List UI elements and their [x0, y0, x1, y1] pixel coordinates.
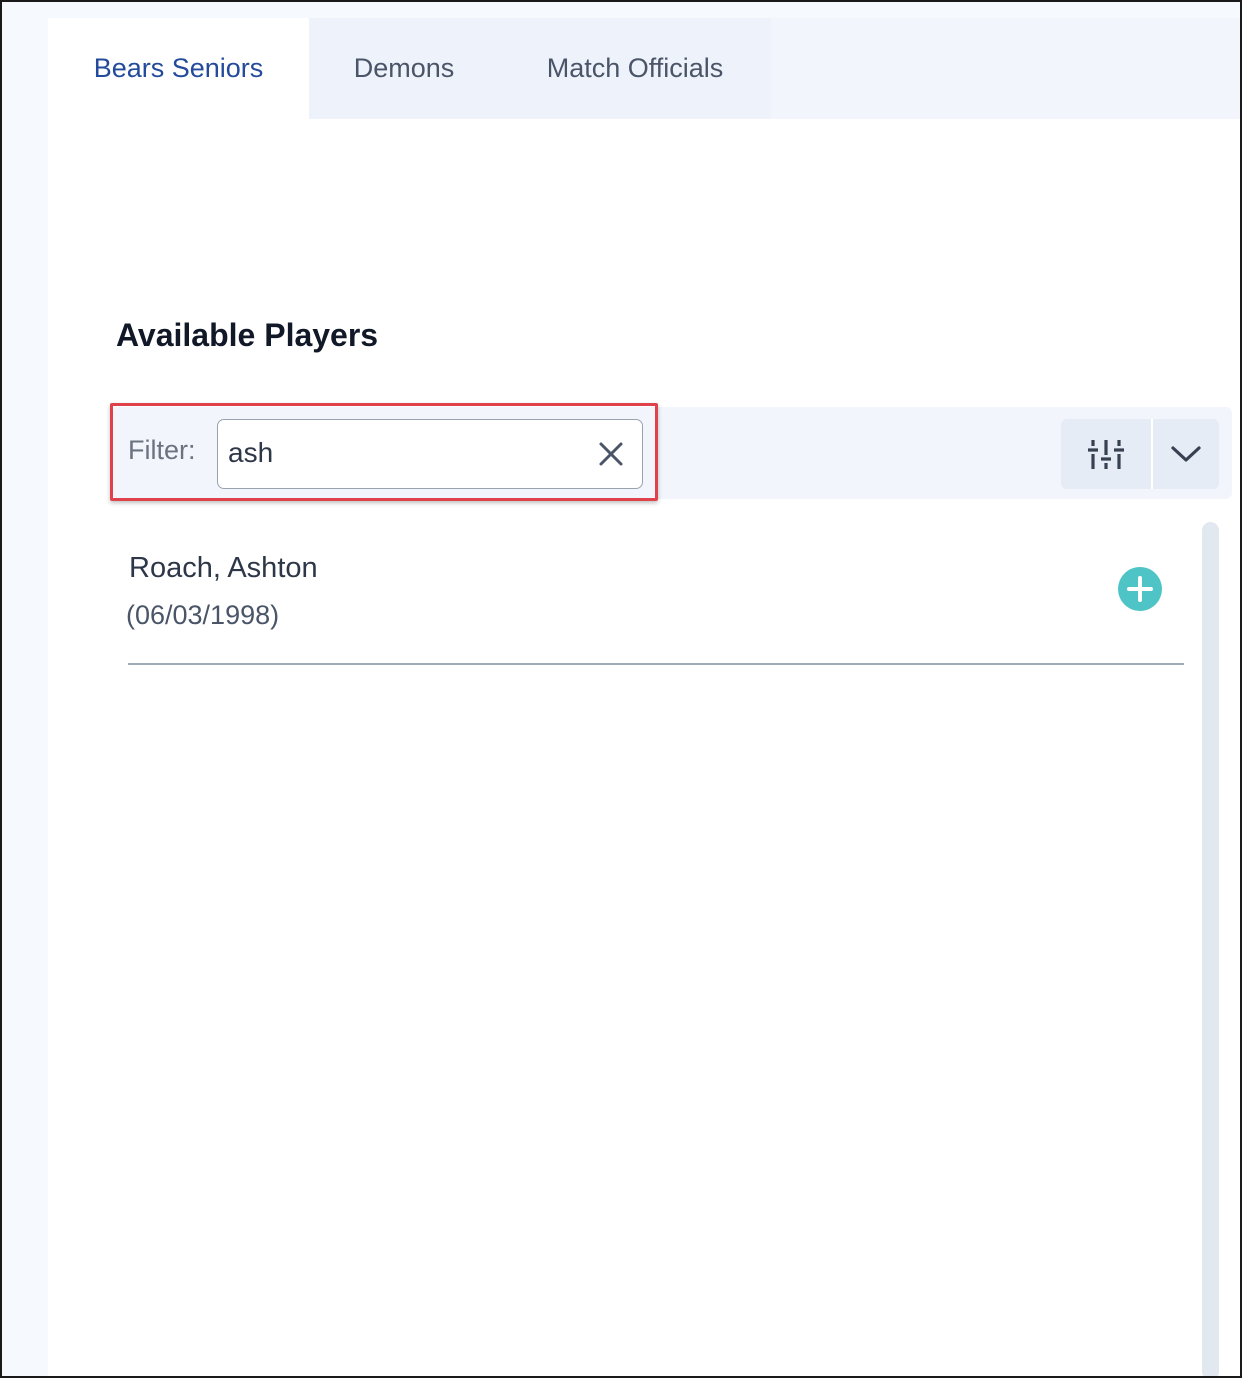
filter-field	[217, 419, 643, 489]
player-dob: (06/03/1998)	[126, 600, 280, 630]
tab-match-officials[interactable]: Match Officials	[499, 18, 771, 119]
players-panel: Available Players Filter: ash Roach, Ash…	[48, 119, 1240, 1376]
list-scrollbar[interactable]	[1202, 522, 1219, 1376]
more-options-dropdown[interactable]	[1153, 419, 1219, 489]
app-frame: Bears Seniors Demons Match Officials Ava…	[0, 0, 1242, 1378]
filter-settings-button[interactable]	[1061, 419, 1151, 489]
sliders-icon	[1088, 440, 1124, 469]
team-tabs: Bears Seniors Demons Match Officials	[48, 18, 1240, 119]
filter-label: Filter:	[128, 435, 196, 465]
list-item: Roach, Ashton (06/03/1998)	[126, 519, 1184, 665]
tab-demons[interactable]: Demons	[309, 18, 499, 119]
tab-label: Match Officials	[546, 53, 724, 83]
player-name: Roach, Ashton	[129, 552, 318, 584]
players-list: Roach, Ashton (06/03/1998)	[48, 519, 1240, 1376]
tab-label: Demons	[353, 53, 455, 83]
tab-label: Bears Seniors	[93, 53, 264, 83]
plus-circle-icon[interactable]	[1118, 567, 1162, 611]
chevron-down-icon	[1171, 446, 1201, 462]
tab-bears-seniors[interactable]: Bears Seniors	[48, 18, 309, 119]
section-title: Available Players	[116, 317, 379, 353]
close-icon[interactable]	[596, 439, 626, 469]
list-actions	[1061, 419, 1219, 489]
filter-input[interactable]	[228, 430, 578, 476]
